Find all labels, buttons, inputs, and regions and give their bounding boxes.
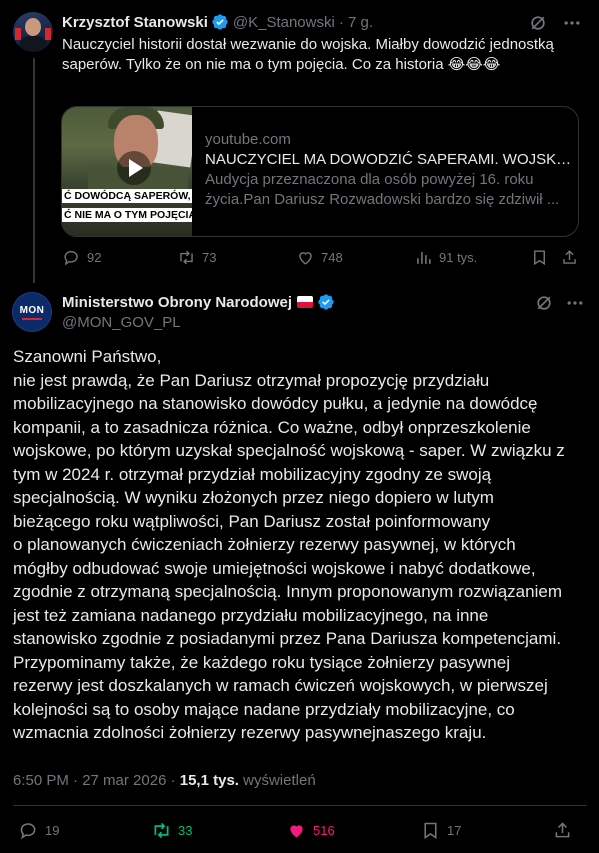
like-button[interactable]: 748: [296, 248, 343, 267]
timestamp[interactable]: 6:50 PM · 27 mar 2026 ·: [13, 772, 176, 789]
video-thumbnail[interactable]: Ć DOWÓDCĄ SAPERÓW, Ć NIE MA O TYM POJĘCI…: [62, 107, 192, 236]
more-icon[interactable]: [565, 293, 585, 313]
card-text: youtube.com NAUCZYCIEL MA DOWODZIĆ SAPER…: [205, 130, 575, 210]
reply-count: 92: [87, 250, 102, 265]
body-line: zgodnie z otrzymaną specjalnością. Innym…: [13, 582, 562, 601]
body-line: Szanowni Państwo,: [13, 347, 162, 366]
body-line: bieżącego roku wątpliwości, Pan Dariusz …: [13, 511, 491, 531]
reply-count: 19: [45, 823, 60, 838]
like-count: 516: [313, 823, 335, 838]
more-icon[interactable]: [562, 13, 582, 33]
poland-flag-icon: [297, 296, 314, 308]
reply-button[interactable]: 19: [18, 820, 59, 841]
like-count: 748: [321, 250, 343, 265]
avatar-text: MON: [19, 305, 45, 316]
tweet-body: Szanowni Państwo, nie jest prawdą, że Pa…: [13, 345, 588, 745]
thread-line: [33, 58, 35, 283]
body-line: jest też zamiana nadanego przydziału mob…: [13, 605, 489, 625]
avatar-bar: [22, 318, 42, 320]
avatar-suit: [19, 36, 47, 52]
verified-badge-icon: [318, 294, 334, 310]
author-avatar[interactable]: [13, 12, 53, 52]
views-label: wyświetleń: [243, 772, 316, 789]
bookmark-icon: [424, 822, 437, 839]
repost-icon: [154, 822, 169, 839]
share-button[interactable]: [560, 248, 579, 267]
reply-button[interactable]: 92: [62, 248, 101, 267]
avatar-flag: [45, 28, 51, 40]
bookmark-button[interactable]: 17: [420, 820, 461, 841]
body-line: stanowisko zgodnie z posiadanymi przez P…: [13, 629, 562, 648]
avatar-flag: [15, 28, 21, 40]
repost-count: 73: [202, 250, 217, 265]
like-button[interactable]: 516: [286, 820, 335, 841]
grok-icon[interactable]: [534, 293, 554, 313]
like-icon: [290, 825, 303, 838]
reply-icon: [64, 250, 78, 266]
views-count: 15,1 tys.: [179, 772, 239, 789]
grok-icon[interactable]: [528, 13, 548, 33]
card-title: NAUCZYCIEL MA DOWODZIĆ SAPERAMI. WOJSKO.…: [205, 151, 575, 168]
card-description: Audycja przeznaczona dla osób powyżej 16…: [205, 171, 560, 208]
thumbnail-caption: Ć NIE MA O TYM POJĘCIA: [62, 208, 192, 222]
body-line: mobilizacyjnego na stanowisko dowódcy pu…: [13, 394, 538, 413]
body-line: mógłby odbudować swoje umiejętności wojs…: [13, 558, 536, 578]
tweet-header: Ministerstwo Obrony Narodowej: [62, 293, 335, 311]
bookmark-count: 17: [447, 823, 462, 838]
divider: [13, 805, 587, 806]
play-icon[interactable]: [117, 151, 151, 185]
body-line: kolejności są to osoby mające nadane prz…: [13, 699, 515, 719]
thumbnail-caption: Ć DOWÓDCĄ SAPERÓW,: [62, 189, 192, 203]
body-line: Przypominamy także, że każdego roku tysi…: [13, 652, 510, 672]
repost-button[interactable]: 73: [177, 248, 216, 267]
body-line: o planowanych ćwiczeniach żołnierzy reze…: [13, 535, 516, 554]
bookmark-icon: [534, 250, 545, 266]
author-handle[interactable]: @MON_GOV_PL: [62, 314, 181, 331]
card-domain: youtube.com: [205, 131, 291, 148]
repost-count: 33: [178, 823, 193, 838]
author-name[interactable]: Krzysztof Stanowski: [62, 14, 208, 31]
parent-tweet[interactable]: Krzysztof Stanowski @K_Stanowski · 7 g. …: [0, 0, 599, 283]
body-line: wzmacnia zdolności żołnierzy rezerwy pas…: [13, 723, 487, 742]
link-card[interactable]: Ć DOWÓDCĄ SAPERÓW, Ć NIE MA O TYM POJĘCI…: [61, 106, 579, 237]
body-line: tym w 2024 r. otrzymał przydział mobiliz…: [13, 464, 492, 484]
repost-button[interactable]: 33: [151, 820, 192, 841]
repost-icon: [180, 250, 193, 265]
tweet-actions: 19 33 516 17: [13, 820, 587, 844]
author-handle[interactable]: @K_Stanowski: [233, 14, 335, 31]
views-button[interactable]: 91 tys.: [414, 248, 477, 267]
body-line: specjalnością. W wyniku złożonych przez …: [13, 488, 494, 507]
views-icon: [417, 251, 431, 264]
bookmark-button[interactable]: [530, 248, 549, 267]
tweet-text: Nauczyciel historii dostał wezwanie do w…: [62, 36, 554, 73]
tweet-time[interactable]: · 7 g.: [339, 14, 373, 31]
body-line: wojskowe, po którym uzyskał specjalność …: [13, 441, 565, 460]
body-line: rezerwy jest doszkalanych w ramach ćwicz…: [13, 676, 548, 695]
mon-avatar[interactable]: MON: [12, 292, 52, 332]
tweet-header: Krzysztof Stanowski @K_Stanowski · 7 g.: [62, 13, 373, 31]
avatar-face: [25, 18, 41, 36]
tweet-meta: 6:50 PM · 27 mar 2026 · 15,1 tys. wyświe…: [13, 772, 316, 789]
tweet-actions: 92 73 748 91 tys.: [62, 248, 580, 270]
share-icon: [563, 250, 576, 264]
views-count: 91 tys.: [439, 250, 478, 265]
author-name[interactable]: Ministerstwo Obrony Narodowej: [62, 294, 292, 311]
share-button[interactable]: [552, 820, 573, 841]
share-icon: [555, 822, 570, 838]
verified-badge-icon: [212, 14, 228, 30]
body-line: kompanii, a to zasadnicza różnica. Co wa…: [13, 417, 531, 437]
like-icon: [299, 252, 312, 265]
reply-icon: [20, 823, 36, 840]
body-line: nie jest prawdą, że Pan Dariusz otrzymał…: [13, 370, 490, 390]
